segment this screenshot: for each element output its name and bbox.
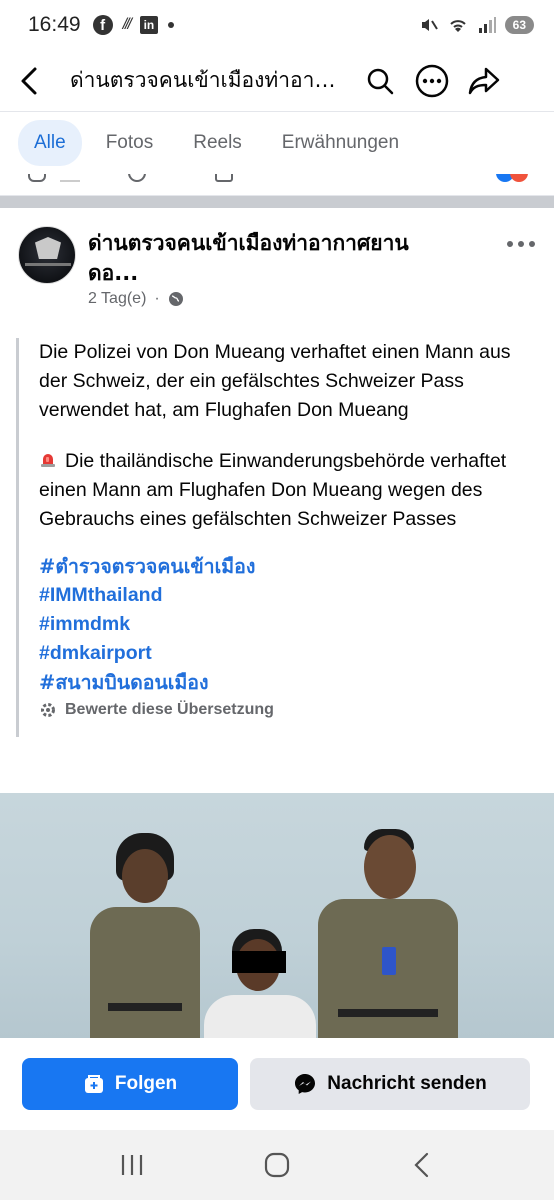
share-icon xyxy=(468,67,500,94)
back-button[interactable] xyxy=(0,50,60,112)
like-icon[interactable] xyxy=(28,174,46,182)
status-time: 16:49 xyxy=(28,13,81,36)
hashtag-link[interactable]: #ตำรวจตรวจคนเข้าเมือง xyxy=(39,552,526,581)
more-button[interactable] xyxy=(406,55,458,107)
system-back-icon xyxy=(414,1152,428,1178)
app-notification-icon: /// xyxy=(122,16,132,33)
mute-icon xyxy=(421,19,438,31)
comment-icon[interactable] xyxy=(128,174,146,182)
tab-alle[interactable]: Alle xyxy=(18,120,82,166)
translated-post-body: Die Polizei von Don Mueang verhaftet ein… xyxy=(16,338,526,737)
hashtag-link[interactable]: #สนามบินดอนเมือง xyxy=(39,668,526,697)
love-reaction-icon xyxy=(510,174,528,182)
post-paragraph-1: Die Polizei von Don Mueang verhaftet ein… xyxy=(39,341,511,421)
tab-reels[interactable]: Reels xyxy=(177,120,258,166)
page-title: ด่านตรวจคนเข้าเมืองท่าอากาศยานดอนเมือง xyxy=(70,68,340,92)
post: ด่านตรวจคนเข้าเมืองท่าอากาศยาน ดอ... 2 T… xyxy=(0,208,554,737)
search-icon xyxy=(367,68,394,94)
hashtag-link[interactable]: #dmkairport xyxy=(39,639,526,668)
system-back-button[interactable] xyxy=(392,1140,452,1190)
follow-icon xyxy=(84,1075,103,1093)
post-author[interactable]: ด่านตรวจคนเข้าเมืองท่าอากาศยาน ดอ... xyxy=(88,228,468,288)
tab-bar: Alle Fotos Reels Erwähnungen xyxy=(0,112,554,174)
post-header: ด่านตรวจคนเข้าเมืองท่าอากาศยาน ดอ... 2 T… xyxy=(0,208,554,328)
globe-icon xyxy=(168,292,183,306)
back-arrow-icon xyxy=(21,67,37,94)
recent-apps-button[interactable] xyxy=(102,1140,162,1190)
post-photo[interactable] xyxy=(0,793,554,1038)
avatar[interactable] xyxy=(18,226,76,284)
post-options-button[interactable] xyxy=(506,228,536,254)
messenger-icon xyxy=(295,1074,316,1094)
status-bar: 16:49 f /// in 63 xyxy=(0,0,554,50)
seated-man-figure xyxy=(200,923,320,1038)
police-badge-icon xyxy=(35,237,61,259)
censor-bar xyxy=(232,951,286,973)
more-icon xyxy=(415,64,449,97)
send-message-button[interactable]: Nachricht senden xyxy=(250,1058,530,1110)
page-action-bar: Folgen Nachricht senden xyxy=(0,1038,554,1130)
post-time[interactable]: 2 Tag(e) xyxy=(88,290,146,308)
more-notifications-dot-icon xyxy=(167,22,174,28)
facebook-notification-icon: f xyxy=(92,15,113,35)
page-header: ด่านตรวจคนเข้าเมืองท่าอากาศยานดอนเมือง xyxy=(0,50,554,112)
tab-fotos[interactable]: Fotos xyxy=(90,120,170,166)
home-button[interactable] xyxy=(247,1140,307,1190)
hashtag-list: #ตำรวจตรวจคนเข้าเมือง #IMMthailand #immd… xyxy=(39,552,526,697)
officer-left-figure xyxy=(90,833,200,1038)
rate-translation-link[interactable]: Bewerte diese Übersetzung xyxy=(39,701,526,737)
home-icon xyxy=(264,1152,290,1178)
system-nav-bar xyxy=(0,1130,554,1200)
search-button[interactable] xyxy=(354,55,406,107)
linkedin-notification-icon: in xyxy=(139,16,158,34)
siren-emoji-icon xyxy=(41,454,55,467)
post-meta: 2 Tag(e) · xyxy=(88,290,184,308)
previous-post-actions xyxy=(0,174,554,196)
officer-right-figure xyxy=(318,829,458,1038)
gear-icon xyxy=(41,703,55,717)
author-line-2: ดอ... xyxy=(88,261,139,285)
more-dots-icon xyxy=(507,241,535,247)
battery-indicator: 63 xyxy=(504,16,534,34)
hashtag-link[interactable]: #immdmk xyxy=(39,610,526,639)
tab-erwaehnungen[interactable]: Erwähnungen xyxy=(266,120,415,166)
hashtag-link[interactable]: #IMMthailand xyxy=(39,581,526,610)
wifi-icon xyxy=(449,20,466,32)
recent-apps-icon xyxy=(122,1155,143,1175)
signal-icon xyxy=(478,17,496,33)
feed-divider xyxy=(0,196,554,208)
share-icon[interactable] xyxy=(215,174,233,182)
author-line-1: ด่านตรวจคนเข้าเมืองท่าอากาศยาน xyxy=(88,231,409,255)
follow-button[interactable]: Folgen xyxy=(22,1058,238,1110)
post-paragraph-2: Die thailändische Einwanderungsbehörde v… xyxy=(39,450,507,530)
share-button[interactable] xyxy=(458,55,510,107)
